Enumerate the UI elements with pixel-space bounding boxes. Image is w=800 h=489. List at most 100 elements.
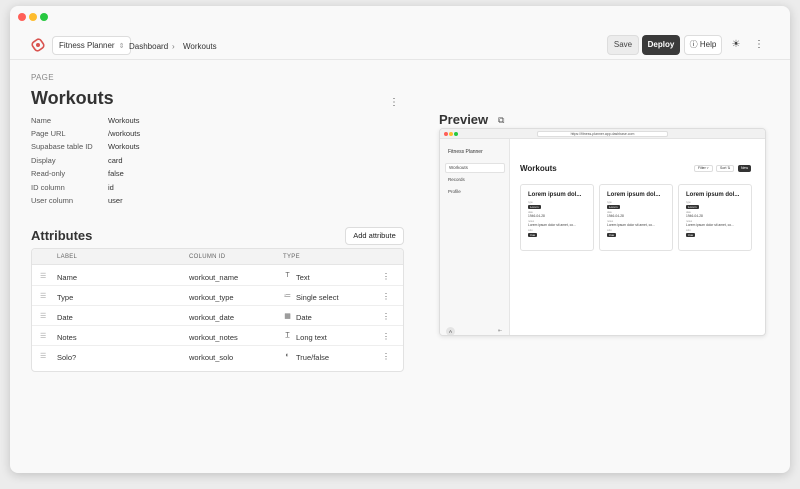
add-attribute-button[interactable]: Add attribute (345, 227, 404, 245)
table-row[interactable]: ☰ Notes workout_notes T̲ Long text ⋮ (32, 326, 403, 346)
close-window-button[interactable] (18, 13, 26, 21)
property-key: ID column (31, 183, 65, 192)
attribute-label: Type (57, 293, 74, 302)
property-table-id: Supabase table ID Workouts (31, 142, 251, 155)
card-solo-badge: true (686, 233, 696, 237)
list-icon: ≔ (284, 293, 291, 300)
attributes-table: LABEL COLUMN ID TYPE ☰ Name workout_name… (31, 248, 404, 372)
collapse-sidebar-icon[interactable]: ⇤ (498, 328, 502, 334)
preview-sort-label: Sort (720, 166, 727, 170)
preview-card[interactable]: Lorem ipsum dol... type Lorem date 1946-… (599, 184, 673, 251)
toggle-icon: ◐ (285, 352, 290, 359)
preview-sort-button[interactable]: Sort ⇅ (716, 165, 735, 172)
column-header-label: LABEL (57, 254, 78, 260)
help-label: Help (699, 40, 717, 49)
table-row[interactable]: ☰ Type workout_type ≔ Single select ⋮ (32, 286, 403, 306)
help-button[interactable]: ⓘ Help (684, 35, 722, 55)
row-menu-icon[interactable]: ⋮ (382, 352, 390, 361)
table-row[interactable]: ☰ Solo? workout_solo ◐ True/false ⋮ (32, 346, 403, 366)
project-selector[interactable]: Fitness Planner ⇕ (52, 36, 132, 55)
card-notes: Lorem ipsum dolor sit amet, co... (607, 223, 655, 227)
preview-maximize-dot (454, 132, 458, 136)
attribute-column-id: workout_type (189, 293, 234, 302)
theme-toggle-icon[interactable]: ☀ (730, 39, 742, 51)
drag-handle-icon[interactable]: ☰ (40, 292, 46, 300)
long-text-icon: T̲ (285, 332, 290, 339)
preview-nav-profile[interactable]: Profile (445, 187, 505, 197)
help-icon: ⓘ (689, 40, 700, 49)
open-external-icon[interactable]: ⧉ (498, 115, 504, 126)
table-row[interactable]: ☰ Name workout_name T Text ⋮ (32, 266, 403, 286)
breadcrumb-chevron-icon: › (172, 42, 175, 51)
drag-handle-icon[interactable]: ☰ (40, 332, 46, 340)
table-header: LABEL COLUMN ID TYPE (32, 249, 403, 265)
text-icon: T (285, 272, 290, 279)
preview-card[interactable]: Lorem ipsum dol... type Lorem date 1946-… (520, 184, 594, 251)
card-title: Lorem ipsum dol... (607, 192, 661, 198)
save-button[interactable]: Save (607, 35, 639, 55)
preview-nav-workouts[interactable]: Workouts (445, 163, 505, 173)
app-logo-icon[interactable] (30, 37, 46, 53)
preview-nav-records[interactable]: Records (445, 175, 505, 185)
attribute-column-id: workout_solo (189, 353, 234, 362)
breadcrumb-workouts[interactable]: Workouts (183, 42, 217, 51)
property-value: user (108, 196, 123, 205)
column-header-type: TYPE (283, 254, 300, 260)
property-user-column: User column user (31, 196, 251, 209)
preview-card[interactable]: Lorem ipsum dol... type Lorem date 1946-… (678, 184, 752, 251)
attribute-column-id: workout_notes (189, 333, 238, 342)
row-menu-icon[interactable]: ⋮ (382, 312, 390, 321)
card-type-badge: Lorem (528, 205, 541, 209)
card-date: 1946-04-28 (528, 214, 545, 218)
property-value: id (108, 183, 114, 192)
attribute-type: Date (296, 313, 312, 322)
window-titlebar (10, 6, 790, 28)
preview-heading: Preview (439, 112, 489, 127)
preview-close-dot (444, 132, 448, 136)
row-menu-icon[interactable]: ⋮ (382, 292, 390, 301)
breadcrumb-dashboard[interactable]: Dashboard (129, 42, 168, 51)
page-title: Workouts (31, 88, 114, 108)
property-key: Name (31, 116, 52, 125)
card-notes: Lorem ipsum dolor sit amet, co... (528, 223, 576, 227)
attribute-type: Long text (296, 333, 327, 342)
more-options-icon[interactable]: ⋮ (753, 39, 765, 51)
attribute-label: Date (57, 313, 73, 322)
property-key: Read-only (31, 169, 66, 178)
column-header-column-id: COLUMN ID (189, 254, 226, 260)
preview-filter-button[interactable]: Filter ▿ (694, 165, 713, 172)
table-row[interactable]: ☰ Date workout_date ▦ Date ⋮ (32, 306, 403, 326)
drag-handle-icon[interactable]: ☰ (40, 352, 46, 360)
card-title: Lorem ipsum dol... (686, 192, 740, 198)
card-solo-badge: true (528, 233, 538, 237)
card-field-label: solo (607, 229, 612, 232)
property-key: Page URL (31, 129, 66, 138)
row-menu-icon[interactable]: ⋮ (382, 272, 390, 281)
property-key: Supabase table ID (31, 142, 93, 151)
attribute-label: Notes (57, 333, 77, 342)
maximize-window-button[interactable] (40, 13, 48, 21)
minimize-window-button[interactable] (29, 13, 37, 21)
card-type-badge: Lorem (607, 205, 620, 209)
row-menu-icon[interactable]: ⋮ (382, 332, 390, 341)
card-notes: Lorem ipsum dolor sit amet, co... (686, 223, 734, 227)
chevron-up-down-icon: ⇕ (118, 43, 125, 50)
preview-sidebar: Fitness Planner Workouts Records Profile… (440, 139, 510, 335)
attribute-type: True/false (296, 353, 330, 362)
preview-new-button[interactable]: New (738, 165, 752, 172)
property-page-url: Page URL/workouts (31, 129, 251, 142)
deploy-button[interactable]: Deploy (642, 35, 680, 55)
card-date: 1946-04-28 (686, 214, 703, 218)
property-display: Display card (31, 156, 251, 169)
attributes-heading: Attributes (31, 228, 93, 243)
property-value: false (108, 169, 124, 178)
attribute-column-id: workout_name (189, 273, 239, 282)
drag-handle-icon[interactable]: ☰ (40, 272, 46, 280)
section-label: PAGE (31, 73, 54, 82)
avatar[interactable]: A (446, 327, 455, 335)
card-field-label: solo (528, 229, 533, 232)
page-menu-icon[interactable]: ⋮ (389, 97, 399, 108)
preview-app-name: Fitness Planner (448, 149, 483, 155)
card-title: Lorem ipsum dol... (528, 192, 582, 198)
drag-handle-icon[interactable]: ☰ (40, 312, 46, 320)
